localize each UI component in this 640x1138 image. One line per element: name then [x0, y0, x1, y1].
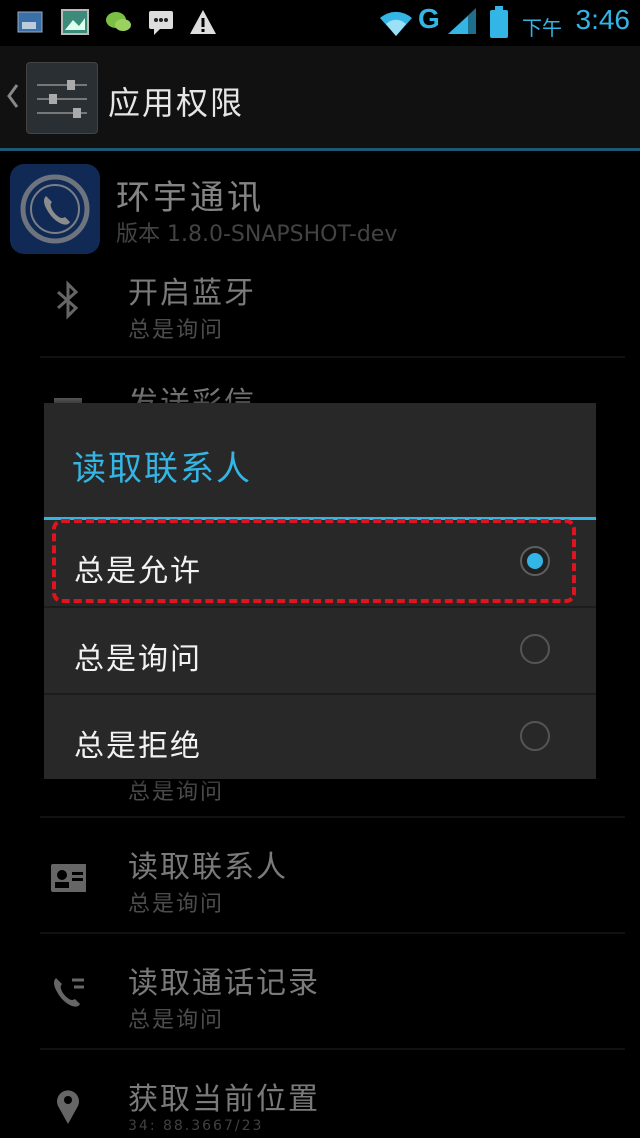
dialog-title: 读取联系人 [72, 449, 252, 489]
message-notification-icon [149, 11, 173, 35]
network-type-indicator: G [418, 3, 440, 34]
wechat-notification-icon [106, 12, 131, 31]
photo-notification-icon [61, 9, 89, 35]
permission-dialog: 读取联系人 总是允许 总是询问 总是拒绝 [44, 403, 596, 779]
highlight-annotation [52, 519, 576, 603]
option-always-ask[interactable]: 总是询问 [44, 608, 596, 694]
wifi-icon [380, 11, 412, 36]
signal-icon [448, 8, 476, 34]
option-label: 总是拒绝 [74, 729, 202, 764]
warning-icon [190, 10, 216, 34]
status-bar: G 下午 3:46 [0, 0, 640, 46]
back-chevron-icon[interactable] [6, 82, 20, 110]
option-always-deny[interactable]: 总是拒绝 [44, 695, 596, 781]
settings-app-icon[interactable] [26, 62, 98, 134]
battery-icon [490, 6, 508, 38]
radio-unselected-icon[interactable] [520, 721, 550, 751]
option-label: 总是询问 [74, 642, 202, 677]
image-notification-icon [17, 11, 43, 33]
clock: 3:46 [575, 4, 631, 35]
radio-unselected-icon[interactable] [520, 634, 550, 664]
time-period: 下午 [522, 16, 562, 40]
page-title: 应用权限 [108, 84, 245, 122]
